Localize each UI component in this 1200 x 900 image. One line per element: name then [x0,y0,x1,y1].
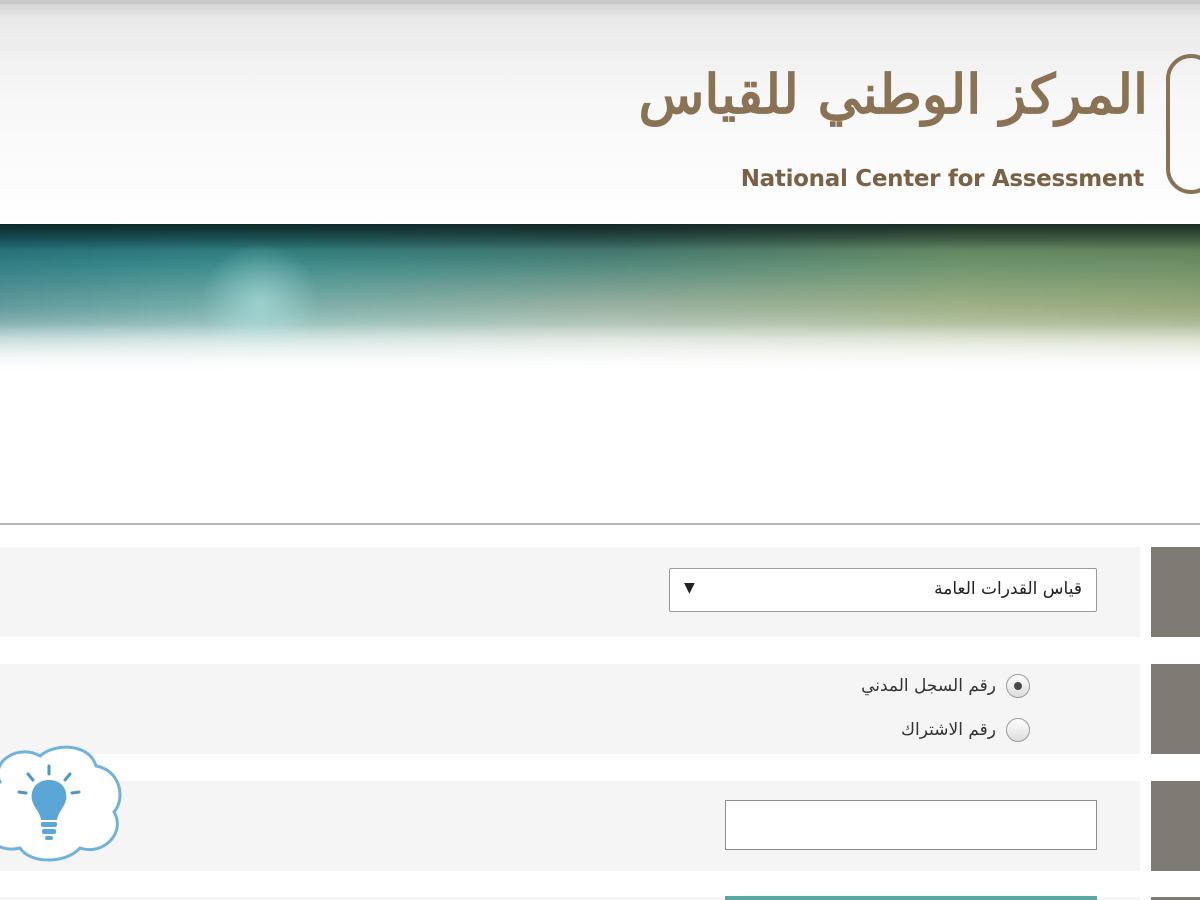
radio-civil-id-label[interactable]: رقم السجل المدني [861,676,996,696]
logo-english-text: National Center for Assessment [740,166,1145,192]
radio-subscription-label[interactable]: رقم الاشتراك [901,720,996,740]
site-header: المركز الوطني للقياس National Center for… [0,0,1200,224]
lightbulb-icon [17,764,81,840]
radio-civil-id[interactable] [1006,674,1030,698]
id-input-label-block [1151,781,1200,871]
id-type-row: رقم السجل المدني رقم الاشتراك [0,664,1140,754]
help-widget[interactable] [0,740,126,866]
logo-emblem [1166,54,1200,194]
exam-select[interactable]: قياس القدرات العامة ▼ [669,568,1097,612]
header-banner [0,224,1200,374]
exam-select-row: قياس القدرات العامة ▼ [0,547,1140,637]
exam-select-label-block [1151,547,1200,637]
id-type-label-block [1151,664,1200,754]
chevron-down-icon: ▼ [684,580,695,596]
content-divider [0,523,1200,525]
radio-option-subscription[interactable]: رقم الاشتراك [901,718,1030,748]
id-input-row [0,781,1140,871]
radio-subscription[interactable] [1006,718,1030,742]
radio-option-civil-id[interactable]: رقم السجل المدني [861,674,1030,704]
logo-arabic-text: المركز الوطني للقياس [638,62,1149,126]
submit-button-edge[interactable] [725,896,1097,900]
exam-select-value: قياس القدرات العامة [934,579,1082,599]
page: المركز الوطني للقياس National Center for… [0,0,1200,900]
id-number-input[interactable] [725,800,1097,850]
nca-logo[interactable]: المركز الوطني للقياس National Center for… [638,34,1200,204]
